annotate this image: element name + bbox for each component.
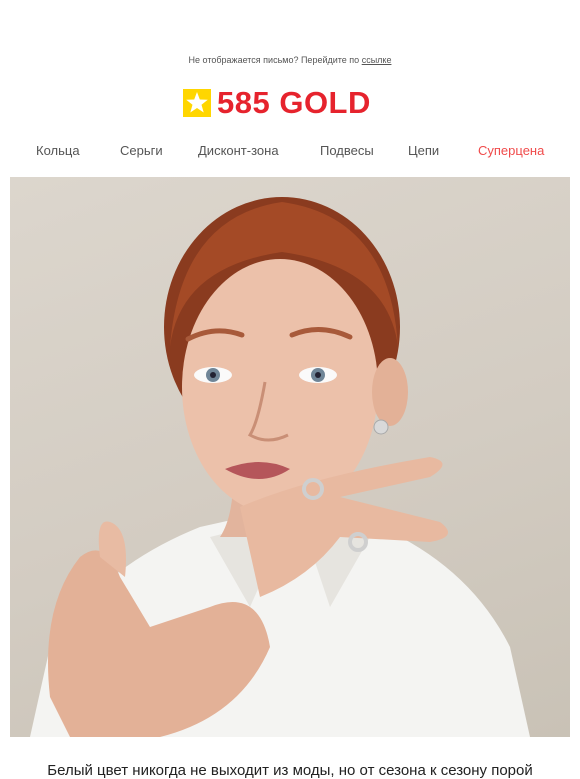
preheader-text: Не отображается письмо? Перейдите по xyxy=(188,55,360,65)
hero-banner[interactable] xyxy=(10,177,570,737)
logo-text: 585 GOLD xyxy=(217,85,371,120)
nav-item-chains[interactable]: Цепи xyxy=(408,143,439,158)
intro-text: Белый цвет никогда не выходит из моды, н… xyxy=(47,762,533,779)
preheader: Не отображается письмо? Перейдите по ссы… xyxy=(0,55,580,65)
view-in-browser-link[interactable]: ссылке xyxy=(362,55,392,65)
model-portrait-image xyxy=(30,197,530,737)
nav-item-super-price[interactable]: Суперцена xyxy=(478,143,544,158)
nav-item-discount-zone[interactable]: Дисконт-зона xyxy=(198,143,279,158)
nav-item-pendants[interactable]: Подвесы xyxy=(320,143,374,158)
star-logo-icon xyxy=(183,89,211,117)
brand-logo[interactable]: 585 GOLD xyxy=(183,87,371,119)
main-nav: Кольца Серьги Дисконт-зона Подвесы Цепи … xyxy=(0,143,580,161)
nav-item-earrings[interactable]: Серьги xyxy=(120,143,163,158)
nav-item-rings[interactable]: Кольца xyxy=(36,143,80,158)
